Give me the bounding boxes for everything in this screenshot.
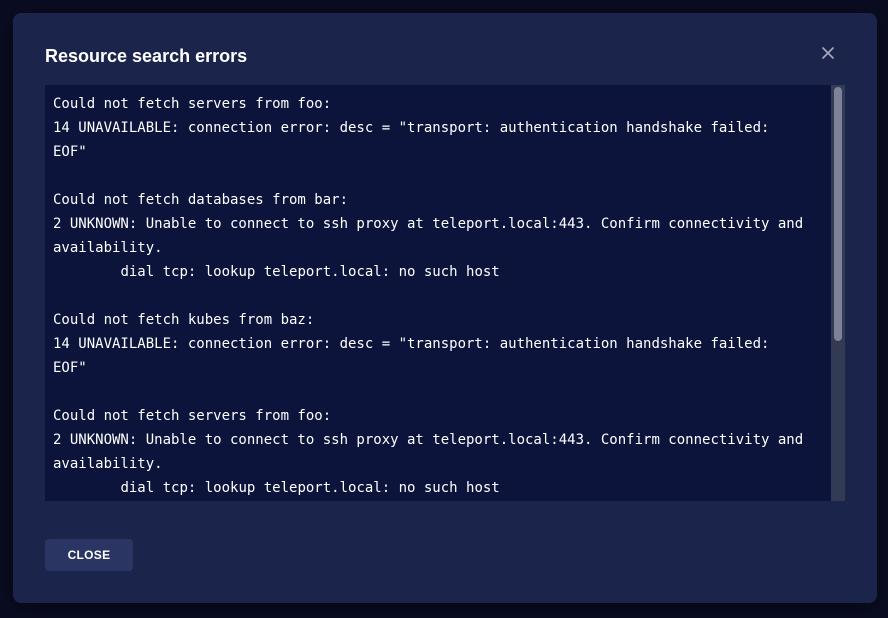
- error-log-text: Could not fetch servers from foo: 14 UNA…: [53, 96, 804, 496]
- close-icon-button[interactable]: [818, 43, 838, 63]
- close-button[interactable]: CLOSE: [45, 539, 133, 571]
- error-dialog: Resource search errors Could not fetch s…: [13, 13, 877, 603]
- error-log-panel: Could not fetch servers from foo: 14 UNA…: [45, 85, 845, 501]
- close-icon: [822, 47, 834, 59]
- dialog-title: Resource search errors: [45, 46, 248, 66]
- scrollbar-thumb[interactable]: [834, 87, 842, 341]
- scrollbar-track[interactable]: [831, 85, 845, 501]
